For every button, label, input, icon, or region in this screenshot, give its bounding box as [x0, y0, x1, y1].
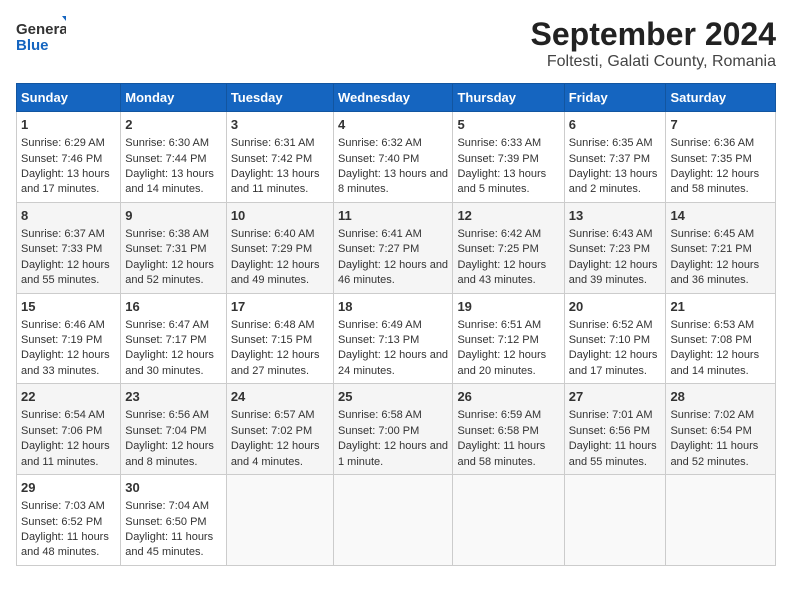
cell-11: 11Sunrise: 6:41 AMSunset: 7:27 PMDayligh… [333, 202, 452, 293]
cell-4: 4Sunrise: 6:32 AMSunset: 7:40 PMDaylight… [333, 112, 452, 203]
calendar-subtitle: Foltesti, Galati County, Romania [531, 53, 776, 71]
cell-30: 30Sunrise: 7:04 AMSunset: 6:50 PMDayligh… [121, 475, 227, 566]
cell-empty-4-4 [453, 475, 564, 566]
cell-21: 21Sunrise: 6:53 AMSunset: 7:08 PMDayligh… [666, 293, 776, 384]
header-sunday: Sunday [17, 84, 121, 112]
header-wednesday: Wednesday [333, 84, 452, 112]
cell-16: 16Sunrise: 6:47 AMSunset: 7:17 PMDayligh… [121, 293, 227, 384]
header-tuesday: Tuesday [226, 84, 333, 112]
calendar-week-2: 8Sunrise: 6:37 AMSunset: 7:33 PMDaylight… [17, 202, 776, 293]
cell-27: 27Sunrise: 7:01 AMSunset: 6:56 PMDayligh… [564, 384, 666, 475]
logo: General Blue [16, 16, 66, 60]
cell-7: 7Sunrise: 6:36 AMSunset: 7:35 PMDaylight… [666, 112, 776, 203]
header-thursday: Thursday [453, 84, 564, 112]
cell-10: 10Sunrise: 6:40 AMSunset: 7:29 PMDayligh… [226, 202, 333, 293]
title-block: September 2024 Foltesti, Galati County, … [531, 16, 776, 71]
cell-23: 23Sunrise: 6:56 AMSunset: 7:04 PMDayligh… [121, 384, 227, 475]
cell-empty-4-2 [226, 475, 333, 566]
header-friday: Friday [564, 84, 666, 112]
cell-26: 26Sunrise: 6:59 AMSunset: 6:58 PMDayligh… [453, 384, 564, 475]
cell-6: 6Sunrise: 6:35 AMSunset: 7:37 PMDaylight… [564, 112, 666, 203]
cell-29: 29Sunrise: 7:03 AMSunset: 6:52 PMDayligh… [17, 475, 121, 566]
cell-3: 3Sunrise: 6:31 AMSunset: 7:42 PMDaylight… [226, 112, 333, 203]
cell-1: 1Sunrise: 6:29 AMSunset: 7:46 PMDaylight… [17, 112, 121, 203]
cell-22: 22Sunrise: 6:54 AMSunset: 7:06 PMDayligh… [17, 384, 121, 475]
cell-empty-4-5 [564, 475, 666, 566]
cell-28: 28Sunrise: 7:02 AMSunset: 6:54 PMDayligh… [666, 384, 776, 475]
cell-9: 9Sunrise: 6:38 AMSunset: 7:31 PMDaylight… [121, 202, 227, 293]
cell-2: 2Sunrise: 6:30 AMSunset: 7:44 PMDaylight… [121, 112, 227, 203]
cell-12: 12Sunrise: 6:42 AMSunset: 7:25 PMDayligh… [453, 202, 564, 293]
cell-17: 17Sunrise: 6:48 AMSunset: 7:15 PMDayligh… [226, 293, 333, 384]
calendar-week-4: 22Sunrise: 6:54 AMSunset: 7:06 PMDayligh… [17, 384, 776, 475]
cell-empty-4-6 [666, 475, 776, 566]
cell-19: 19Sunrise: 6:51 AMSunset: 7:12 PMDayligh… [453, 293, 564, 384]
cell-15: 15Sunrise: 6:46 AMSunset: 7:19 PMDayligh… [17, 293, 121, 384]
calendar-title: September 2024 [531, 16, 776, 53]
calendar-week-1: 1Sunrise: 6:29 AMSunset: 7:46 PMDaylight… [17, 112, 776, 203]
cell-empty-4-3 [333, 475, 452, 566]
cell-25: 25Sunrise: 6:58 AMSunset: 7:00 PMDayligh… [333, 384, 452, 475]
calendar-week-3: 15Sunrise: 6:46 AMSunset: 7:19 PMDayligh… [17, 293, 776, 384]
page-header: General Blue September 2024 Foltesti, Ga… [16, 16, 776, 71]
cell-24: 24Sunrise: 6:57 AMSunset: 7:02 PMDayligh… [226, 384, 333, 475]
svg-text:Blue: Blue [16, 37, 49, 54]
cell-20: 20Sunrise: 6:52 AMSunset: 7:10 PMDayligh… [564, 293, 666, 384]
cell-8: 8Sunrise: 6:37 AMSunset: 7:33 PMDaylight… [17, 202, 121, 293]
calendar-week-5: 29Sunrise: 7:03 AMSunset: 6:52 PMDayligh… [17, 475, 776, 566]
calendar-header-row: Sunday Monday Tuesday Wednesday Thursday… [17, 84, 776, 112]
cell-18: 18Sunrise: 6:49 AMSunset: 7:13 PMDayligh… [333, 293, 452, 384]
logo: General Blue [16, 16, 66, 60]
calendar-table: Sunday Monday Tuesday Wednesday Thursday… [16, 83, 776, 566]
cell-13: 13Sunrise: 6:43 AMSunset: 7:23 PMDayligh… [564, 202, 666, 293]
cell-14: 14Sunrise: 6:45 AMSunset: 7:21 PMDayligh… [666, 202, 776, 293]
svg-text:General: General [16, 21, 66, 38]
header-monday: Monday [121, 84, 227, 112]
header-saturday: Saturday [666, 84, 776, 112]
cell-5: 5Sunrise: 6:33 AMSunset: 7:39 PMDaylight… [453, 112, 564, 203]
